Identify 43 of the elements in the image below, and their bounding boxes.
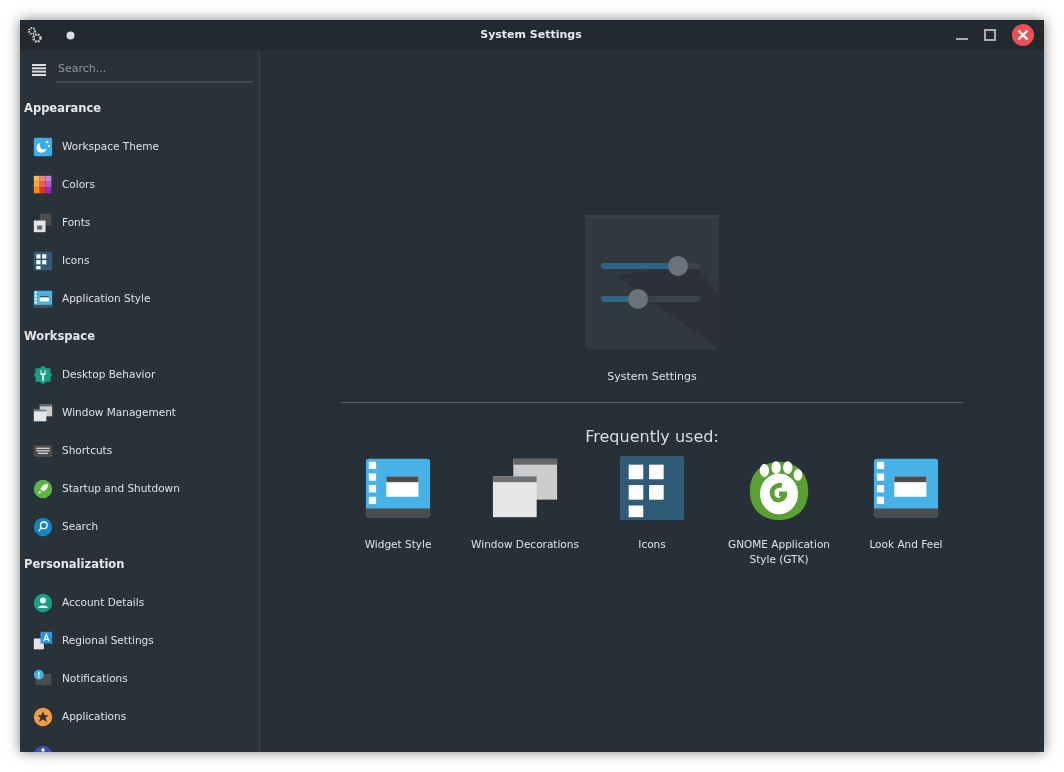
sidebar-item[interactable]: Colors xyxy=(20,166,259,204)
section-heading: Workspace xyxy=(23,328,96,346)
search-field[interactable]: Search... xyxy=(56,56,253,84)
window-title: System Settings xyxy=(479,26,583,43)
sidebar-item[interactable]: Notifications xyxy=(20,660,259,698)
close-icon[interactable] xyxy=(1012,24,1034,46)
menu-icon[interactable] xyxy=(32,64,46,76)
alert-icon xyxy=(33,669,53,689)
palette-icon xyxy=(33,175,53,195)
app-title: System Settings xyxy=(607,369,697,385)
sidebar-item[interactable]: Search xyxy=(20,508,259,546)
window-icon xyxy=(33,289,53,309)
pin-icon[interactable] xyxy=(66,30,75,40)
section-heading: Personalization xyxy=(23,556,126,574)
shortcut-tile[interactable]: Look And Feel xyxy=(842,452,970,567)
settings-icon[interactable] xyxy=(28,27,42,43)
section-heading: Frequently used: xyxy=(585,425,719,448)
maximize-icon[interactable] xyxy=(984,29,996,41)
wrench-icon xyxy=(33,365,53,385)
section-heading: Appearance xyxy=(23,100,103,118)
shortcut-tile[interactable]: Icons xyxy=(588,452,716,567)
user-icon xyxy=(33,593,53,613)
font-icon xyxy=(33,213,53,233)
sliders-icon xyxy=(585,215,719,349)
sidebar-item[interactable]: Window Management xyxy=(20,394,259,432)
sidebar-item[interactable]: Icons xyxy=(20,242,259,280)
paint-icon xyxy=(33,137,53,157)
windows-icon xyxy=(33,403,53,423)
grid-icon xyxy=(33,251,53,271)
sidebar-item[interactable]: Startup and Shutdown xyxy=(20,470,259,508)
shortcut-tile[interactable]: Window Decorations xyxy=(461,452,589,567)
sidebar-item[interactable]: Account Details xyxy=(20,584,259,622)
sidebar-item[interactable]: Workspace Theme xyxy=(20,128,259,166)
shortcut-tile[interactable]: GNOME Application Style (GTK) xyxy=(715,452,843,567)
sidebar-item[interactable]: Fonts xyxy=(20,204,259,242)
sidebar-item[interactable]: Applications xyxy=(20,698,259,736)
sidebar-item[interactable]: Shortcuts xyxy=(20,432,259,470)
search-icon xyxy=(33,517,53,537)
language-icon xyxy=(33,631,53,651)
sidebar-item[interactable]: Application Style xyxy=(20,280,259,318)
sidebar-item[interactable]: Desktop Behavior xyxy=(20,356,259,394)
shortcut-tile[interactable]: Widget Style xyxy=(334,452,462,567)
sidebar-item[interactable]: Regional Settings xyxy=(20,622,259,660)
